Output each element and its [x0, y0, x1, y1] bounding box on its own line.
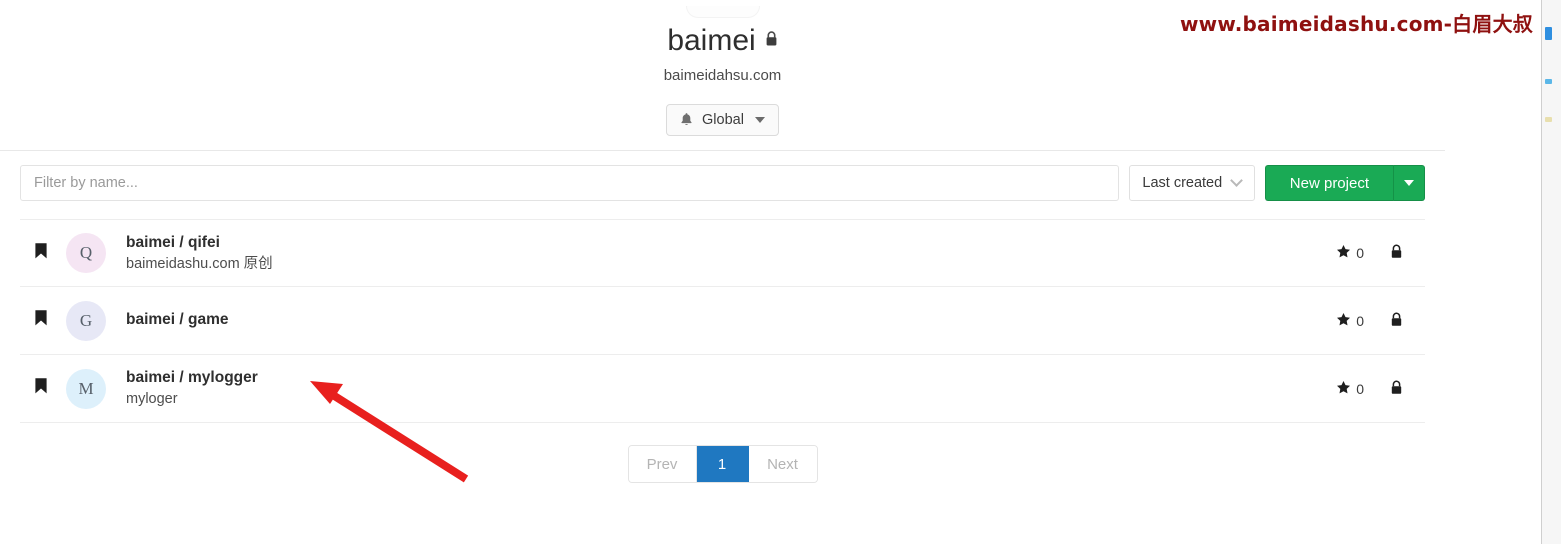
- avatar-letter: M: [78, 378, 94, 398]
- project-list: Q baimei / qifei baimeidashu.com 原创 0 G …: [20, 219, 1425, 423]
- bookmark-icon[interactable]: [34, 309, 48, 332]
- pagination-group: Prev 1 Next: [627, 445, 818, 483]
- pagination-prev: Prev: [628, 446, 697, 482]
- star-count-value: 0: [1356, 245, 1364, 261]
- star-count-value: 0: [1356, 312, 1364, 329]
- scrollbar-thumb[interactable]: [1545, 27, 1552, 40]
- pagination-page-1[interactable]: 1: [696, 446, 749, 482]
- caret-down-icon: [1404, 180, 1414, 186]
- lock-icon: [1390, 380, 1403, 398]
- notification-dropdown-button[interactable]: Global: [666, 104, 779, 136]
- project-description: myloger: [126, 391, 178, 407]
- pagination-next: Next: [748, 446, 817, 482]
- browser-scrollbar-strip[interactable]: [1541, 0, 1561, 544]
- avatar-letter: G: [79, 310, 93, 330]
- project-name[interactable]: baimei / qifei: [126, 233, 1336, 253]
- table-row[interactable]: G baimei / game 0: [20, 287, 1425, 355]
- group-name: baimei: [667, 24, 756, 57]
- filter-input[interactable]: [20, 165, 1119, 201]
- page-root: www.baimeidashu.com-白眉大叔 baimei baimeida…: [0, 0, 1561, 544]
- table-row[interactable]: M baimei / mylogger myloger 0: [20, 355, 1425, 423]
- new-project-dropdown-toggle[interactable]: [1393, 165, 1425, 201]
- sort-dropdown-button[interactable]: Last created: [1128, 165, 1255, 201]
- notification-row: Global: [0, 104, 1445, 136]
- page-title: baimei: [0, 24, 1445, 58]
- table-row[interactable]: Q baimei / qifei baimeidashu.com 原创 0: [20, 219, 1425, 287]
- avatar-letter: Q: [79, 243, 93, 262]
- lock-icon: [765, 25, 778, 59]
- project-info: baimei / mylogger myloger: [126, 368, 1336, 409]
- group-avatar-partial: [685, 6, 760, 18]
- scrollbar-mark-tertiary: [1545, 117, 1552, 122]
- star-count[interactable]: 0: [1336, 380, 1364, 398]
- bookmark-icon[interactable]: [34, 377, 48, 400]
- page-content: baimei baimeidahsu.com Global Filter by …: [0, 0, 1445, 544]
- project-name[interactable]: baimei / mylogger: [126, 368, 1336, 388]
- bell-icon: [680, 112, 693, 127]
- new-project-button[interactable]: New project: [1264, 165, 1393, 201]
- star-count[interactable]: 0: [1336, 312, 1364, 330]
- star-icon: [1336, 244, 1351, 262]
- pagination: Prev 1 Next: [0, 445, 1445, 483]
- bookmark-icon[interactable]: [34, 242, 48, 265]
- group-header: baimei baimeidahsu.com Global: [0, 0, 1445, 136]
- star-count[interactable]: 0: [1336, 244, 1364, 262]
- avatar: M: [66, 368, 106, 409]
- notification-label: Global: [702, 112, 744, 128]
- project-meta: 0: [1336, 244, 1403, 262]
- avatar: G: [66, 300, 106, 341]
- group-subtitle: baimeidahsu.com: [663, 67, 782, 84]
- chevron-down-icon: [754, 117, 765, 123]
- star-count-value: 0: [1356, 380, 1364, 397]
- avatar: Q: [66, 233, 106, 273]
- project-meta: 0: [1336, 312, 1403, 330]
- project-info: baimei / qifei baimeidashu.com 原创: [126, 233, 1336, 274]
- project-name[interactable]: baimei / game: [126, 310, 1336, 330]
- project-info: baimei / game: [126, 310, 1336, 332]
- new-project-split-button: New project: [1264, 165, 1425, 201]
- star-icon: [1336, 312, 1351, 330]
- sort-label: Last created: [1142, 175, 1223, 191]
- project-meta: 0: [1336, 380, 1403, 398]
- header-divider: [0, 150, 1445, 151]
- scrollbar-mark-secondary: [1545, 79, 1552, 84]
- projects-toolbar: Last created New project: [20, 165, 1425, 201]
- project-description: baimeidashu.com 原创: [126, 255, 273, 272]
- chevron-down-icon: [1230, 173, 1244, 187]
- lock-icon: [1390, 312, 1403, 330]
- star-icon: [1336, 380, 1351, 398]
- lock-icon: [1390, 244, 1403, 262]
